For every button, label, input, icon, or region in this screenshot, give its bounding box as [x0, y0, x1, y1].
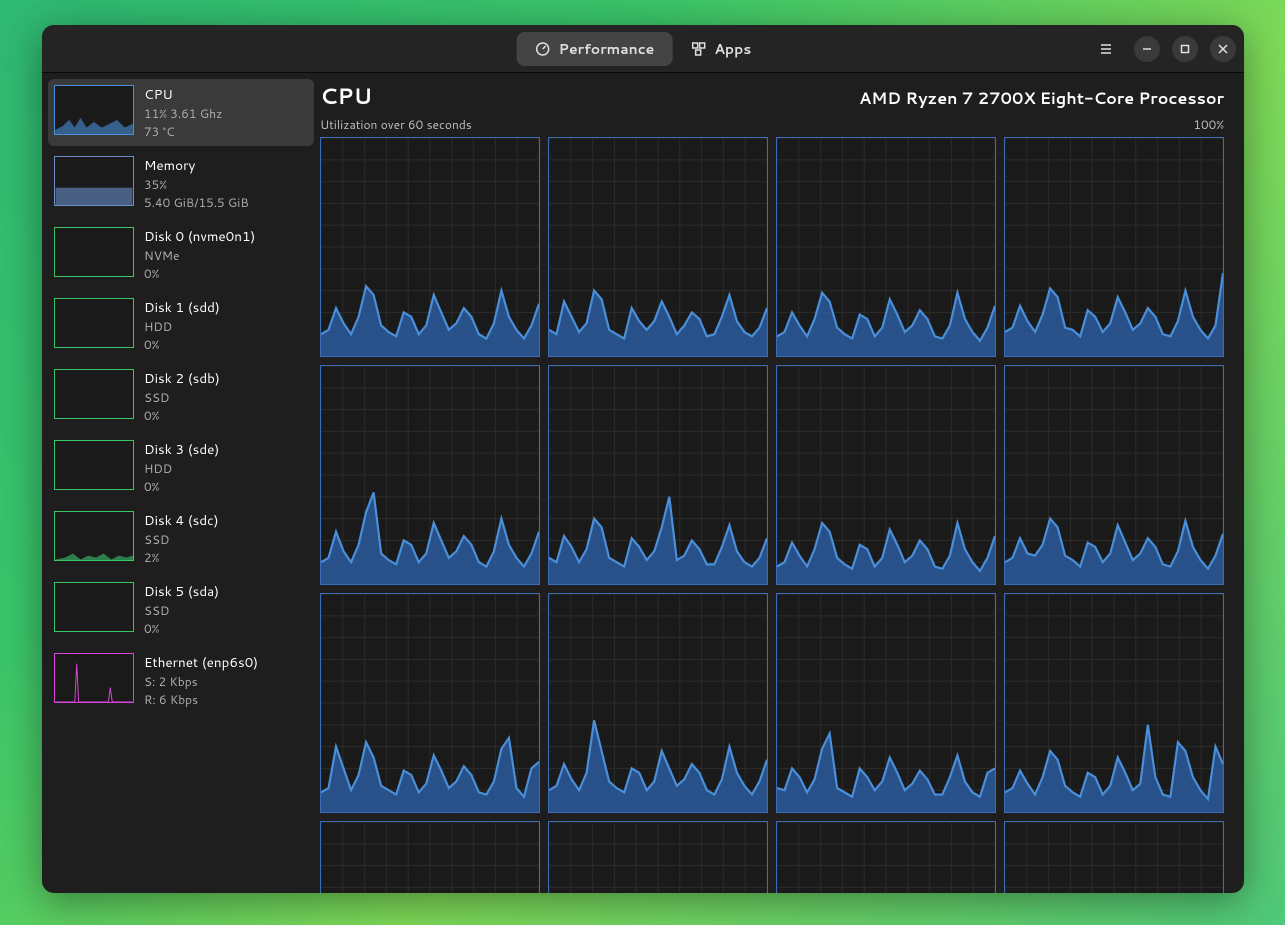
app-window: Performance Apps CPU11%: [42, 25, 1244, 893]
titlebar: Performance Apps: [42, 25, 1244, 73]
thumbnail-chart: [54, 369, 134, 419]
menu-button[interactable]: [1090, 33, 1122, 65]
sidebar-item-ethernet-enp6s0-[interactable]: Ethernet (enp6s0)S: 2 KbpsR: 6 Kbps: [48, 647, 314, 714]
sidebar-item-title: Disk 1 (sdd): [144, 298, 220, 317]
sidebar-item-memory[interactable]: Memory35%5.40 GiB/15.5 GiB: [48, 150, 314, 217]
thumbnail-chart: [54, 85, 134, 135]
core-chart-14: [776, 821, 996, 893]
core-chart-0: [320, 137, 540, 357]
thumbnail-chart: [54, 440, 134, 490]
sidebar-item-line2: 0%: [144, 478, 219, 495]
sidebar-item-line1: HDD: [144, 318, 220, 335]
core-chart-11: [1004, 593, 1224, 813]
sidebar-item-line2: 0%: [144, 336, 220, 353]
sidebar-item-line1: HDD: [144, 460, 219, 477]
content: CPU11% 3.61 Ghz73 °CMemory35%5.40 GiB/15…: [42, 73, 1244, 893]
thumbnail-chart: [54, 582, 134, 632]
sidebar[interactable]: CPU11% 3.61 Ghz73 °CMemory35%5.40 GiB/15…: [42, 73, 320, 893]
tab-label: Apps: [714, 39, 751, 59]
core-chart-15: [1004, 821, 1224, 893]
core-chart-2: [776, 137, 996, 357]
chart-label-left: Utilization over 60 seconds: [320, 116, 472, 133]
sidebar-item-title: Disk 2 (sdb): [144, 369, 220, 388]
sidebar-item-line1: 35%: [144, 176, 249, 193]
sidebar-item-title: Disk 5 (sda): [144, 582, 219, 601]
sidebar-item-line2: 0%: [144, 265, 255, 282]
gauge-icon: [535, 41, 551, 57]
sidebar-item-line2: R: 6 Kbps: [144, 691, 258, 708]
core-chart-3: [1004, 137, 1224, 357]
main-header: CPU AMD Ryzen 7 2700X Eight-Core Process…: [320, 81, 1224, 112]
sidebar-item-title: Memory: [144, 156, 249, 175]
sidebar-item-line2: 5.40 GiB/15.5 GiB: [144, 194, 249, 211]
apps-icon: [690, 41, 706, 57]
sidebar-item-line1: S: 2 Kbps: [144, 673, 258, 690]
sidebar-item-cpu[interactable]: CPU11% 3.61 Ghz73 °C: [48, 79, 314, 146]
sidebar-item-disk-0-nvme0n1-[interactable]: Disk 0 (nvme0n1)NVMe0%: [48, 221, 314, 288]
page-title: CPU: [320, 81, 372, 112]
sidebar-item-title: Disk 0 (nvme0n1): [144, 227, 255, 246]
core-chart-1: [548, 137, 768, 357]
thumbnail-chart: [54, 156, 134, 206]
core-chart-7: [1004, 365, 1224, 585]
sidebar-item-line1: NVMe: [144, 247, 255, 264]
sidebar-item-title: Disk 4 (sdc): [144, 511, 219, 530]
sidebar-item-disk-3-sde-[interactable]: Disk 3 (sde)HDD0%: [48, 434, 314, 501]
thumbnail-chart: [54, 298, 134, 348]
core-grid: [320, 137, 1224, 893]
sidebar-item-disk-4-sdc-[interactable]: Disk 4 (sdc)SSD2%: [48, 505, 314, 572]
core-chart-4: [320, 365, 540, 585]
sidebar-item-title: Ethernet (enp6s0): [144, 653, 258, 672]
tab-apps[interactable]: Apps: [672, 32, 769, 66]
chart-header: Utilization over 60 seconds 100%: [320, 116, 1224, 133]
core-chart-10: [776, 593, 996, 813]
tab-switcher: Performance Apps: [517, 32, 770, 66]
main-panel: CPU AMD Ryzen 7 2700X Eight-Core Process…: [320, 73, 1244, 893]
core-chart-8: [320, 593, 540, 813]
sidebar-item-title: Disk 3 (sde): [144, 440, 219, 459]
thumbnail-chart: [54, 653, 134, 703]
sidebar-item-disk-1-sdd-[interactable]: Disk 1 (sdd)HDD0%: [48, 292, 314, 359]
core-chart-9: [548, 593, 768, 813]
maximize-button[interactable]: [1172, 36, 1198, 62]
sidebar-item-line2: 73 °C: [144, 123, 222, 140]
thumbnail-chart: [54, 227, 134, 277]
tab-performance[interactable]: Performance: [517, 32, 673, 66]
chart-label-right: 100%: [1193, 116, 1224, 133]
sidebar-item-line1: SSD: [144, 389, 220, 406]
sidebar-item-line1: SSD: [144, 602, 219, 619]
sidebar-item-line1: SSD: [144, 531, 219, 548]
cpu-model: AMD Ryzen 7 2700X Eight-Core Processor: [859, 87, 1224, 110]
core-chart-12: [320, 821, 540, 893]
sidebar-item-title: CPU: [144, 85, 222, 104]
tab-label: Performance: [559, 39, 655, 59]
close-button[interactable]: [1210, 36, 1236, 62]
sidebar-item-disk-5-sda-[interactable]: Disk 5 (sda)SSD0%: [48, 576, 314, 643]
minimize-button[interactable]: [1134, 36, 1160, 62]
sidebar-item-line2: 2%: [144, 549, 219, 566]
core-chart-6: [776, 365, 996, 585]
thumbnail-chart: [54, 511, 134, 561]
core-chart-5: [548, 365, 768, 585]
sidebar-item-line1: 11% 3.61 Ghz: [144, 105, 222, 122]
window-controls: [1090, 33, 1236, 65]
core-chart-13: [548, 821, 768, 893]
sidebar-item-line2: 0%: [144, 620, 219, 637]
sidebar-item-line2: 0%: [144, 407, 220, 424]
sidebar-item-disk-2-sdb-[interactable]: Disk 2 (sdb)SSD0%: [48, 363, 314, 430]
